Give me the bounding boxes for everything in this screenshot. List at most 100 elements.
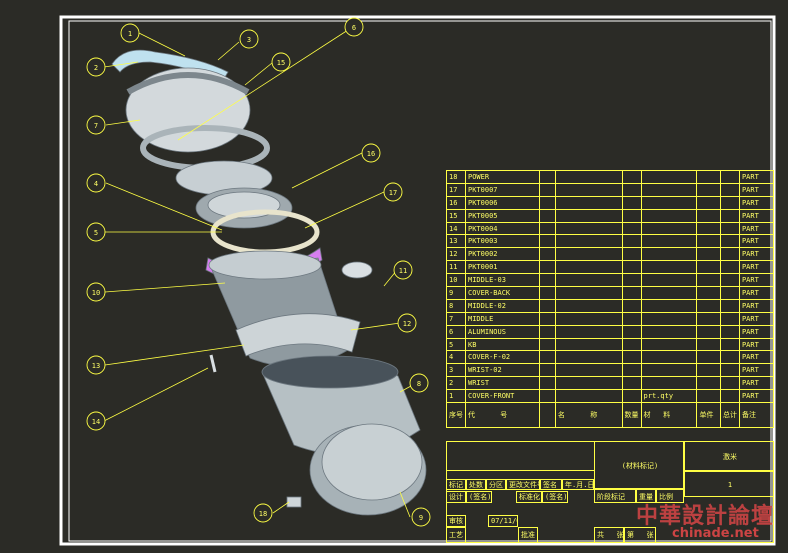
bom-row-number: 2 bbox=[446, 376, 466, 391]
bom-row-blank bbox=[719, 273, 740, 288]
tb-count: 处数 bbox=[466, 479, 486, 490]
bom-row: 10 MIDDLE-03 PART bbox=[446, 273, 775, 288]
bom-row-blank bbox=[554, 208, 623, 223]
middle-top bbox=[208, 250, 322, 280]
bom-row-blank bbox=[696, 195, 721, 210]
scale-value: 1 bbox=[684, 471, 774, 497]
bom-row-number: 10 bbox=[446, 273, 466, 288]
tb-design-sign: (签名) bbox=[466, 491, 492, 503]
bom-row-blank bbox=[538, 208, 556, 223]
bom-row-blank bbox=[554, 195, 623, 210]
bom-row-blank bbox=[696, 311, 721, 326]
bom-row-name: COVER-BACK bbox=[465, 286, 540, 300]
bom-row-number: 3 bbox=[446, 363, 466, 378]
bom-row-name: MIDDLE bbox=[465, 311, 540, 326]
tb-design: 设计 bbox=[446, 491, 466, 503]
bom-row-type: PART bbox=[738, 324, 775, 339]
bom-row-qty bbox=[640, 260, 698, 275]
bom-header-blank bbox=[538, 402, 556, 429]
bom-header-remark: 备注 bbox=[738, 402, 775, 429]
bom-row-blank bbox=[696, 389, 721, 404]
bom-row-type: PART bbox=[738, 337, 775, 352]
balloon-label: 9 bbox=[419, 514, 423, 522]
power-part bbox=[286, 496, 302, 508]
tb-std-sign: (签名) bbox=[542, 491, 568, 503]
bom-row-qty bbox=[640, 363, 698, 378]
bom-row-qty bbox=[640, 234, 698, 249]
bom-header-name: 名 称 bbox=[554, 402, 623, 429]
bom-row-number: 7 bbox=[446, 311, 466, 326]
bom-row-blank bbox=[554, 298, 623, 313]
bom-row: 3 WRIST-02 PART bbox=[446, 363, 775, 378]
bom-row-blank bbox=[696, 324, 721, 339]
bom-row-blank bbox=[621, 221, 642, 236]
bom-row-blank bbox=[554, 376, 623, 391]
bom-row-blank bbox=[554, 337, 623, 352]
bom-row-blank bbox=[696, 208, 721, 223]
bom-body: 18 POWER PART 17 PKT0007 PART 16 PKT0006 PART 15 P… bbox=[446, 170, 775, 404]
bom-row-blank bbox=[538, 260, 556, 275]
tb-review: 审核 bbox=[446, 515, 466, 527]
bom-row-qty bbox=[640, 337, 698, 352]
tb-stage-mark: 阶段标记 bbox=[594, 489, 636, 503]
bom-row-type: PART bbox=[738, 389, 775, 404]
bom-row-name: MIDDLE-02 bbox=[465, 298, 540, 313]
balloon-label: 18 bbox=[259, 510, 267, 518]
bom-row: 12 PKT0002 PART bbox=[446, 247, 775, 262]
bom-row: 13 PKT0003 PART bbox=[446, 234, 775, 249]
bom-row-blank bbox=[696, 182, 721, 197]
bom-row-blank bbox=[538, 350, 556, 365]
bom-row-type: PART bbox=[738, 350, 775, 365]
bom-row-blank bbox=[621, 273, 642, 288]
balloon-label: 5 bbox=[94, 229, 98, 237]
bom-row-qty bbox=[640, 182, 698, 197]
bom-row: 2 WRIST PART bbox=[446, 376, 775, 391]
bom-header-seq: 序号 bbox=[446, 402, 466, 429]
bom-row-blank bbox=[538, 376, 556, 391]
bom-header-total: 总计 bbox=[719, 402, 740, 429]
bom-row-qty: prt.qty bbox=[640, 389, 698, 404]
bom-row-name: COVER-F-02 bbox=[465, 350, 540, 365]
bom-row-blank bbox=[554, 273, 623, 288]
bom-row-number: 4 bbox=[446, 350, 466, 365]
bom-row-name: MIDDLE-03 bbox=[465, 273, 540, 288]
bom-row-qty bbox=[640, 324, 698, 339]
bom-row-name: COVER-FRONT bbox=[465, 389, 540, 404]
bom-row-number: 18 bbox=[446, 170, 466, 184]
bom-row-qty bbox=[640, 350, 698, 365]
bom-row-blank bbox=[538, 324, 556, 339]
bom-row-blank bbox=[696, 170, 721, 184]
bom-row: 17 PKT0007 PART bbox=[446, 182, 775, 197]
bom-row-type: PART bbox=[738, 247, 775, 262]
bom-row-blank bbox=[554, 311, 623, 326]
tb-total-sheets: 共 张 bbox=[594, 527, 624, 543]
balloon-label: 3 bbox=[247, 36, 251, 44]
bom-row-blank bbox=[538, 337, 556, 352]
bom-row-blank bbox=[538, 170, 556, 184]
bom-row-number: 9 bbox=[446, 286, 466, 300]
pin-14 bbox=[209, 354, 217, 373]
bom-row-blank bbox=[621, 260, 642, 275]
bom-row-blank bbox=[696, 221, 721, 236]
balloon-label: 6 bbox=[352, 24, 356, 32]
bom-row-blank bbox=[554, 363, 623, 378]
bom-row-number: 14 bbox=[446, 221, 466, 236]
bom-row-blank bbox=[621, 389, 642, 404]
bom-row-number: 1 bbox=[446, 389, 466, 404]
bom-row-blank bbox=[554, 247, 623, 262]
bom-row-blank bbox=[538, 286, 556, 300]
tb-review-date: 07/11/06 bbox=[488, 515, 518, 527]
bom-row-type: PART bbox=[738, 376, 775, 391]
bom-row-blank bbox=[696, 286, 721, 300]
bom-row-blank bbox=[621, 247, 642, 262]
bom-row-blank bbox=[554, 170, 623, 184]
bom-row: 4 COVER-F-02 PART bbox=[446, 350, 775, 365]
bom-row: 6 ALUMINOUS PART bbox=[446, 324, 775, 339]
balloon-label: 15 bbox=[277, 59, 285, 67]
bom-row-type: PART bbox=[738, 363, 775, 378]
bom-table: 18 POWER PART 17 PKT0007 PART 16 PKT0006 PART 15 P… bbox=[446, 170, 775, 429]
balloon-label: 16 bbox=[367, 150, 375, 158]
bom-row: 15 PKT0005 PART bbox=[446, 208, 775, 223]
bom-row-blank bbox=[719, 389, 740, 404]
watermark-url: chinade.net bbox=[672, 526, 759, 541]
